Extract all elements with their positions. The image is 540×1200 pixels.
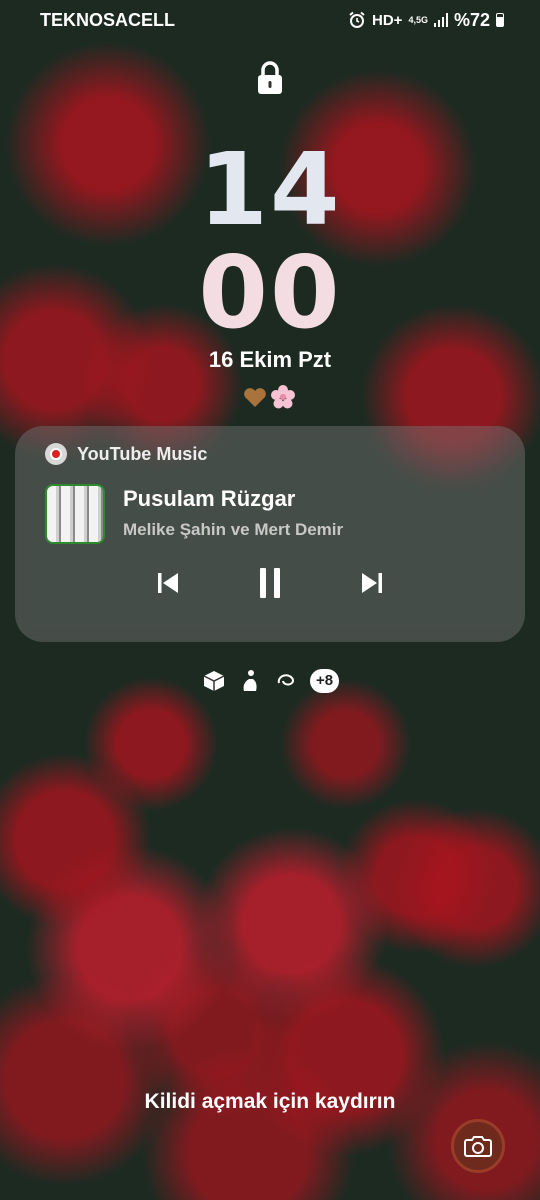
next-button[interactable] — [352, 563, 392, 603]
heart-icon — [244, 388, 266, 407]
emoji-row — [242, 384, 296, 410]
alarm-icon — [349, 11, 365, 28]
media-controls — [15, 563, 525, 603]
battery-icon — [496, 13, 504, 27]
next-icon — [362, 573, 382, 593]
previous-button[interactable] — [148, 563, 188, 603]
track-artist: Melike Şahin ve Mert Demir — [123, 520, 344, 539]
flower-icon — [271, 385, 295, 409]
network-type-label: 4,5G — [408, 14, 428, 25]
youtube-music-icon — [45, 443, 67, 465]
previous-icon — [158, 573, 178, 593]
more-notifications-badge: +8 — [310, 669, 340, 693]
status-bar: TEKNOSACELL HD+ 4,5G %72 — [40, 6, 504, 34]
media-player-card[interactable]: YouTube Music Pusulam Rüzgar Melike Şahi… — [15, 426, 525, 642]
media-app-row: YouTube Music — [45, 443, 207, 465]
track-title: Pusulam Rüzgar — [123, 486, 296, 511]
clock-minutes: 00 — [198, 234, 342, 351]
pause-button[interactable] — [250, 563, 290, 603]
network-label: HD+ — [372, 11, 403, 29]
figure-icon — [243, 670, 257, 691]
clock-hours: 14 — [198, 131, 342, 248]
album-art — [45, 484, 105, 544]
unlock-hint: Kilidi açmak için kaydırın — [144, 1090, 396, 1113]
camera-button[interactable] — [451, 1119, 505, 1173]
lock-icon — [258, 61, 282, 94]
signal-icon — [433, 13, 448, 27]
date-label: 16 Ekim Pzt — [208, 347, 332, 372]
pause-icon — [260, 568, 280, 598]
battery-percent: %72 — [453, 9, 490, 30]
swirl-icon — [277, 674, 294, 686]
notification-icons[interactable]: +8 — [202, 669, 340, 693]
status-icons: HD+ 4,5G %72 — [348, 10, 504, 31]
media-app-name: YouTube Music — [77, 443, 208, 464]
carrier-name: TEKNOSACELL — [40, 9, 175, 30]
camera-icon — [464, 1136, 492, 1157]
box-icon — [203, 671, 225, 691]
